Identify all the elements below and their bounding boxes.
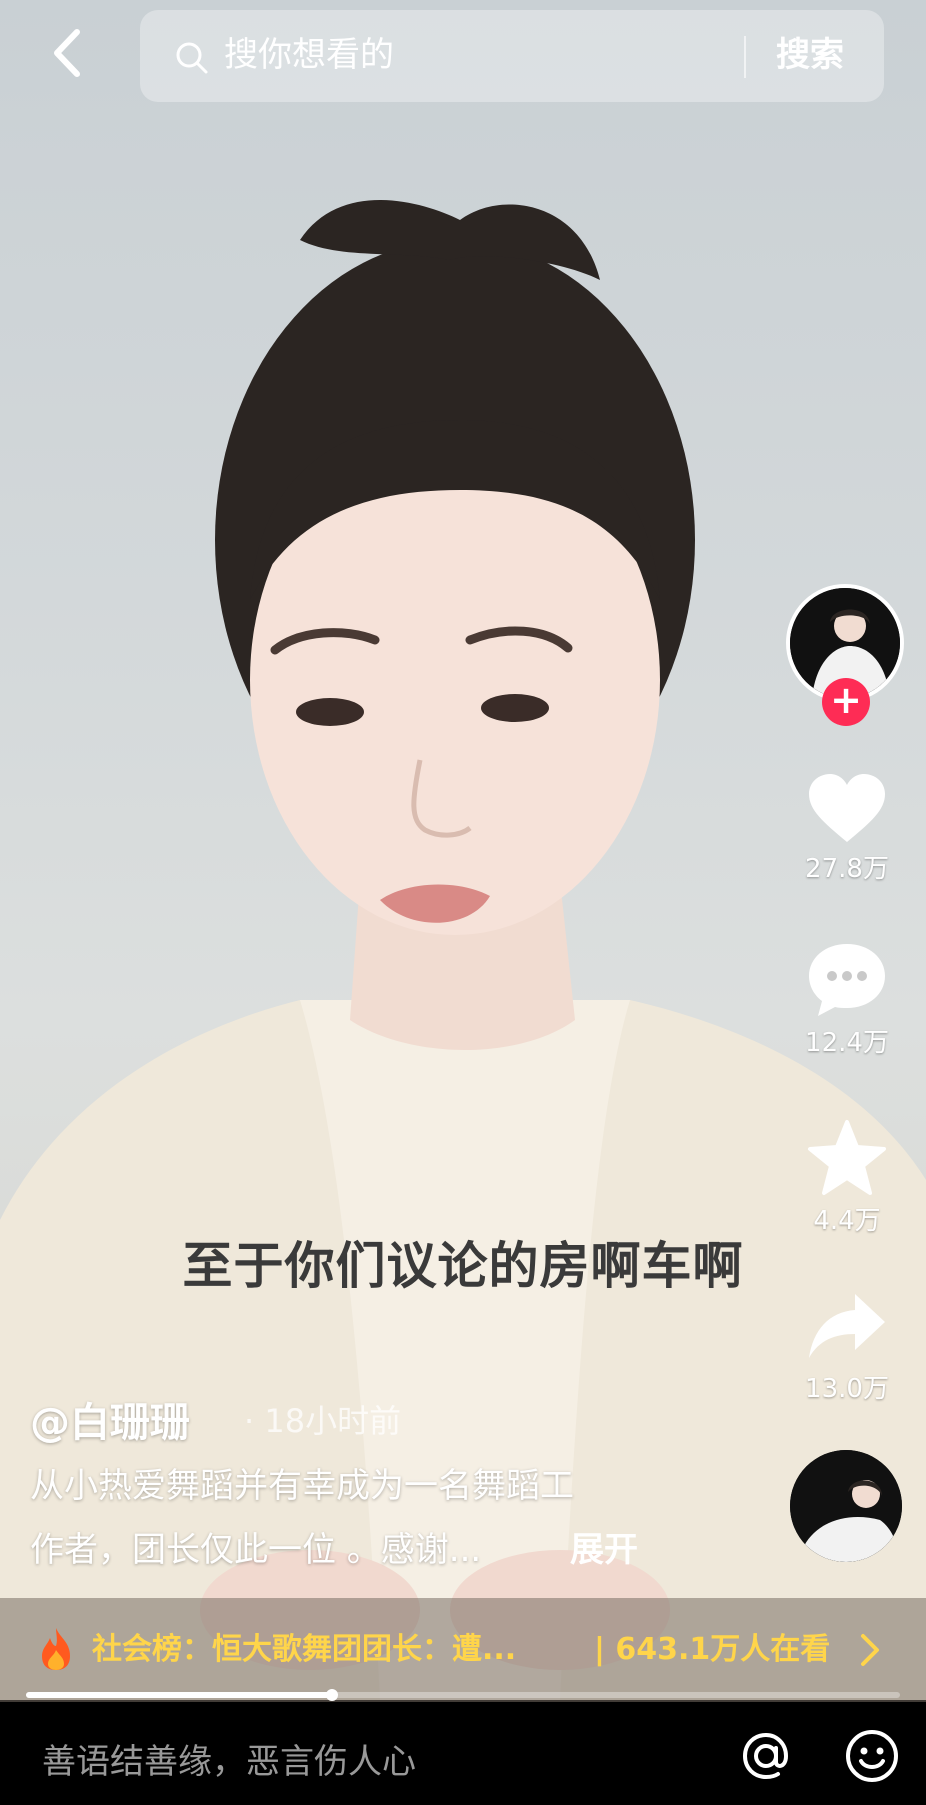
follow-button[interactable]: + bbox=[822, 678, 870, 726]
heart-icon bbox=[809, 774, 885, 842]
comment-input[interactable]: 善语结善缘，恶言伤人心 bbox=[42, 1734, 416, 1783]
share-button[interactable]: 13.0万 bbox=[790, 1290, 904, 1405]
like-count: 27.8万 bbox=[805, 854, 889, 884]
expand-button[interactable]: 展开 bbox=[570, 1522, 638, 1571]
hot-list-title: 社会榜：恒大歌舞团团长：遭... bbox=[92, 1632, 517, 1667]
author-name[interactable]: @白珊珊 bbox=[30, 1390, 190, 1448]
at-icon[interactable] bbox=[736, 1726, 796, 1786]
post-time: · 18小时前 bbox=[244, 1402, 402, 1440]
search-icon bbox=[176, 42, 208, 74]
comment-icon bbox=[809, 944, 885, 1016]
share-count: 13.0万 bbox=[805, 1374, 889, 1404]
search-bar[interactable]: 搜你想看的 搜索 bbox=[140, 10, 884, 102]
comment-button[interactable]: 12.4万 bbox=[790, 940, 904, 1059]
fire-icon bbox=[42, 1628, 70, 1670]
emoji-icon[interactable] bbox=[842, 1726, 902, 1786]
favorite-button[interactable]: 4.4万 bbox=[790, 1118, 904, 1237]
hot-list-bar[interactable]: 社会榜：恒大歌舞团团长：遭... | 643.1万人在看 bbox=[0, 1598, 926, 1702]
music-cover-image bbox=[790, 1450, 902, 1562]
back-button[interactable] bbox=[38, 24, 96, 82]
video-subtitle: 至于你们议论的房啊车啊 bbox=[182, 1237, 744, 1295]
description-line-1: 从小热爱舞蹈并有幸成为一名舞蹈工 bbox=[30, 1466, 574, 1506]
comment-count: 12.4万 bbox=[805, 1028, 889, 1058]
description-line-2: 作者，团长仅此一位 。感谢... bbox=[30, 1530, 482, 1570]
video-screen: 搜你想看的 搜索 + 27.8万 12.4万 4.4万 13.0万 至于你们议论… bbox=[0, 0, 926, 1805]
comment-bar: 善语结善缘，恶言伤人心 bbox=[0, 1702, 926, 1805]
share-icon bbox=[809, 1294, 885, 1358]
video-progress-fill bbox=[26, 1692, 332, 1698]
like-button[interactable]: 27.8万 bbox=[790, 770, 904, 885]
video-progress-handle[interactable] bbox=[325, 1689, 338, 1701]
star-icon bbox=[808, 1120, 886, 1195]
video-progress-bar[interactable] bbox=[26, 1689, 900, 1701]
search-button[interactable]: 搜索 bbox=[776, 32, 844, 78]
back-arrow-icon bbox=[54, 29, 80, 77]
music-disc[interactable] bbox=[790, 1450, 902, 1562]
search-input[interactable]: 搜你想看的 bbox=[224, 32, 394, 78]
search-divider bbox=[744, 36, 746, 78]
hot-list-views: | 643.1万人在看 bbox=[594, 1632, 831, 1667]
chevron-right-icon bbox=[861, 1634, 879, 1666]
